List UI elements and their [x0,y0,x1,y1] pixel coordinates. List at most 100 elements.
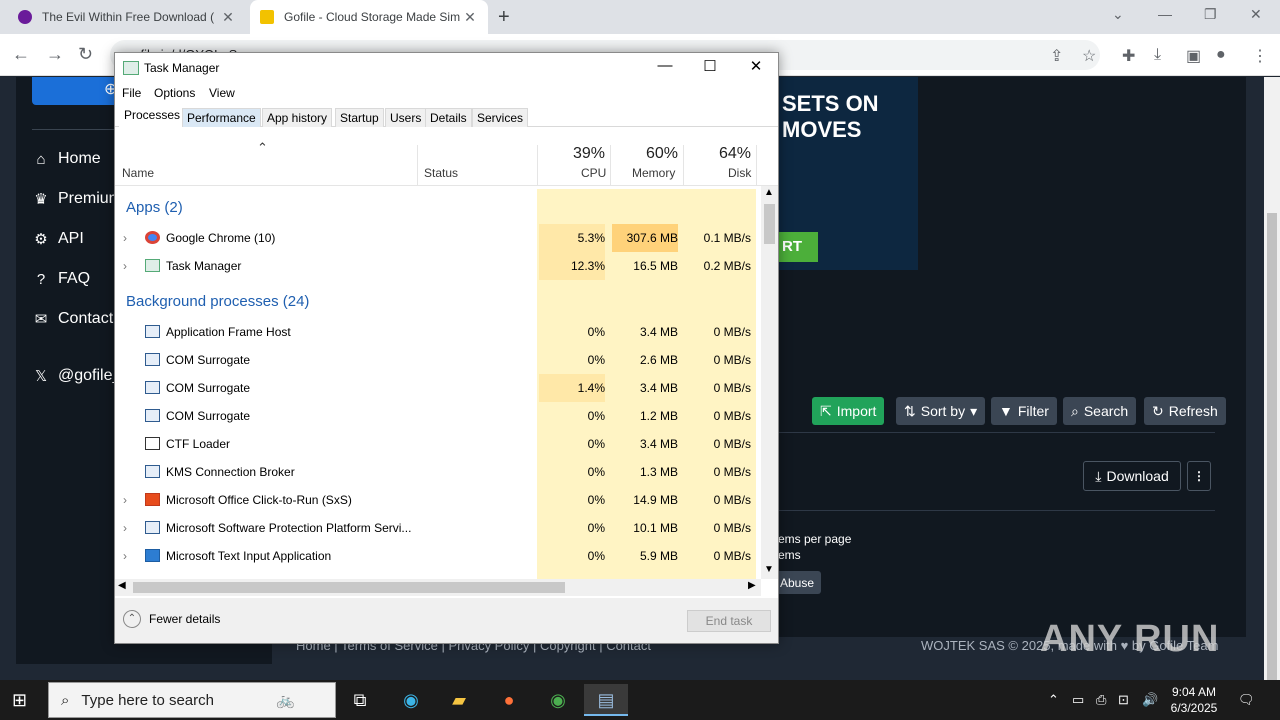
edge-icon[interactable]: ◉ [389,684,433,716]
download-button[interactable]: ⤓ Download [1083,461,1181,491]
bookmark-star-icon[interactable]: ☆ [1082,46,1096,66]
tab-startup[interactable]: Startup [335,108,384,127]
process-row[interactable]: › Google Chrome (10) 5.3% 307.6 MB 0.1 M… [115,224,761,252]
title-bar[interactable]: Task Manager — ☐ ✕ [115,53,778,83]
expand-chevron-icon[interactable]: › [123,514,127,542]
system-clock[interactable]: 9:04 AM 6/3/2025 [1166,684,1222,716]
more-options-button[interactable]: ⋮ [1187,461,1211,491]
process-row[interactable]: › Microsoft Office Click-to-Run (SxS) 0%… [115,486,761,514]
search-button[interactable]: ⌕ Search [1063,397,1137,425]
downloads-icon[interactable]: ⤓ [1154,46,1161,64]
process-row[interactable]: COM Surrogate 1.4% 3.4 MB 0 MB/s [115,374,761,402]
reload-icon[interactable]: ↻ [78,44,93,65]
background-group-header[interactable]: Background processes (24) [126,288,309,316]
fewer-details-button[interactable]: ⌃ Fewer details [123,610,220,628]
windows-start-icon[interactable]: ⊞ [12,690,27,711]
scroll-down-icon[interactable]: ▼ [764,564,774,575]
ad-cta-button[interactable]: RT [778,232,818,262]
sidebar-item-premium[interactable]: ♛ Premium [32,190,122,208]
sidebar-item-home[interactable]: ⌂ Home [32,150,100,168]
column-status[interactable]: Status [424,166,458,180]
column-disk[interactable]: Disk [728,166,751,180]
tab-performance[interactable]: Performance [182,108,261,127]
filter-button[interactable]: ▼ Filter [991,397,1057,425]
report-abuse-button[interactable]: Abuse [778,571,821,594]
back-icon[interactable]: ← [12,44,30,65]
process-row[interactable]: CTF Loader 0% 3.4 MB 0 MB/s [115,430,761,458]
refresh-button[interactable]: ↻ Refresh [1144,397,1226,425]
network-adapter-icon[interactable]: ▭ [1072,692,1084,708]
process-row[interactable]: › Microsoft Software Protection Platform… [115,514,761,542]
tab-search-icon[interactable]: ⌄ [1112,6,1124,23]
tab-app-history[interactable]: App history [262,108,333,127]
sort-by-button[interactable]: ⇅ Sort by ▾ [896,397,986,425]
task-manager-taskbar-icon[interactable]: ▤ [584,684,628,716]
show-hidden-icons-icon[interactable]: ⌃ [1048,692,1059,708]
share-icon[interactable]: ⇪ [1050,46,1063,66]
column-divider[interactable] [417,145,418,185]
vertical-scrollbar[interactable]: ▲ ▼ [761,186,778,579]
new-tab-button[interactable]: + [498,6,510,29]
network-icon[interactable]: ⊡ [1118,692,1129,708]
disk-total-percent[interactable]: 64% [719,145,751,163]
browser-tab-evil-within[interactable]: The Evil Within Free Download ( ✕ [8,0,246,34]
extensions-icon[interactable]: ✚ [1122,46,1135,66]
maximize-icon[interactable]: ☐ [695,57,725,75]
profile-avatar-icon[interactable]: ● [1216,46,1226,64]
scroll-left-icon[interactable]: ◀ [118,580,126,591]
cpu-total-percent[interactable]: 39% [573,145,605,163]
expand-chevron-icon[interactable]: › [123,542,127,570]
close-window-icon[interactable]: ✕ [1250,6,1262,23]
column-name[interactable]: Name [122,166,154,180]
process-row[interactable]: Application Frame Host 0% 3.4 MB 0 MB/s [115,318,761,346]
sidebar-item-api[interactable]: ⚙ API [32,230,84,248]
page-scrollbar[interactable] [1264,77,1280,720]
process-row[interactable]: COM Surrogate 0% 2.6 MB 0 MB/s [115,346,761,374]
import-button[interactable]: ⇱ Import [812,397,885,425]
tab-users[interactable]: Users [385,108,427,127]
close-tab-icon[interactable]: ✕ [220,9,236,26]
restore-icon[interactable]: ❐ [1204,6,1217,23]
process-row[interactable]: › Microsoft Text Input Application 0% 5.… [115,542,761,570]
tab-processes[interactable]: Processes [119,105,186,127]
tab-details[interactable]: Details [425,108,472,127]
printer-icon[interactable]: ⎙ [1096,692,1106,708]
expand-chevron-icon[interactable]: › [123,486,127,514]
sidebar-item-contact[interactable]: ✉ Contact [32,310,113,328]
process-row[interactable]: COM Surrogate 0% 1.2 MB 0 MB/s [115,402,761,430]
scroll-up-icon[interactable]: ▲ [764,187,774,198]
scrollbar-thumb[interactable] [133,582,565,593]
close-icon[interactable]: ✕ [741,57,771,75]
column-divider[interactable] [537,145,538,185]
horizontal-scrollbar[interactable]: ◀ ▶ [115,579,761,596]
process-row[interactable]: › Task Manager 12.3% 16.5 MB 0.2 MB/s [115,252,761,280]
notification-icon[interactable]: 🗨 [1238,692,1255,708]
menu-file[interactable]: File [122,86,141,100]
browser-tab-gofile[interactable]: Gofile - Cloud Storage Made Sim ✕ [250,0,488,34]
memory-total-percent[interactable]: 60% [646,145,678,163]
volume-icon[interactable]: 🔊 [1142,692,1158,708]
sidebar-item-x[interactable]: 𝕏 @gofile_ [32,367,121,385]
close-tab-icon[interactable]: ✕ [462,9,478,26]
sidebar-item-faq[interactable]: ? FAQ [32,270,90,288]
scroll-right-icon[interactable]: ▶ [748,580,756,591]
sort-arrow-icon[interactable]: ⌃ [257,140,268,156]
column-cpu[interactable]: CPU [581,166,606,180]
column-divider[interactable] [756,145,757,185]
process-row[interactable]: KMS Connection Broker 0% 1.3 MB 0 MB/s [115,458,761,486]
menu-view[interactable]: View [209,86,235,100]
scrollbar-thumb[interactable] [764,204,775,244]
firefox-icon[interactable]: ● [487,684,531,716]
chrome-icon[interactable]: ◉ [536,684,580,716]
side-panel-icon[interactable]: ▣ [1186,46,1201,66]
apps-group-header[interactable]: Apps (2) [126,194,183,222]
tab-services[interactable]: Services [472,108,529,127]
scrollbar-thumb[interactable] [1267,213,1277,720]
column-divider[interactable] [683,145,684,185]
expand-chevron-icon[interactable]: › [123,224,127,252]
minimize-icon[interactable]: — [650,57,680,74]
file-explorer-icon[interactable]: ▰ [437,684,481,716]
column-memory[interactable]: Memory [632,166,675,180]
column-divider[interactable] [610,145,611,185]
task-view-icon[interactable]: ⧉ [338,684,382,716]
